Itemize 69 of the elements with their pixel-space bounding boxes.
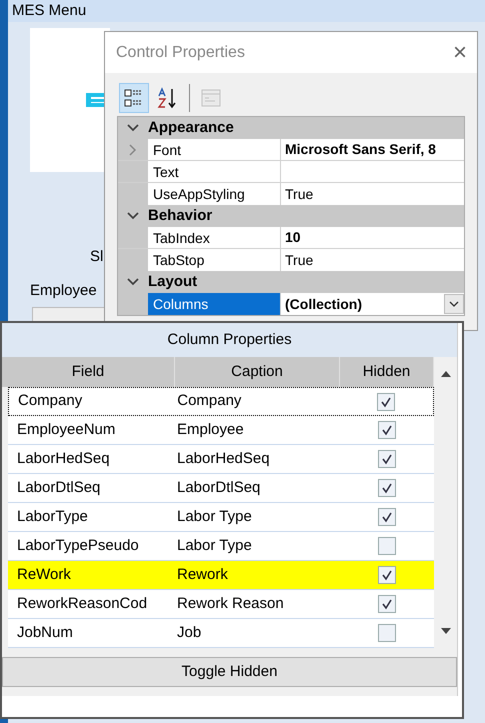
scroll-up-icon[interactable] [440, 371, 450, 377]
table-row[interactable]: Company Company [8, 387, 434, 416]
property-value[interactable]: True [281, 183, 464, 205]
table-row[interactable]: LaborHedSeq LaborHedSeq [8, 445, 434, 474]
table-row[interactable]: EmployeeNum Employee [8, 416, 434, 445]
table-cell-text: Rework Reason [176, 594, 285, 614]
check-icon [381, 511, 393, 523]
panel-title: Column Properties [167, 330, 292, 350]
scroll-down-icon[interactable] [440, 628, 450, 634]
table-row[interactable]: ReWork Rework [8, 561, 434, 590]
property-name[interactable]: TabStop [148, 249, 281, 271]
table-cell-text: Employee [176, 420, 245, 440]
toolbar-button[interactable] [119, 83, 149, 113]
table-cell-text: ReWork [16, 564, 72, 585]
table-cell-text: JobNum [16, 622, 74, 643]
checkbox[interactable] [378, 624, 396, 642]
property-name[interactable]: Font [148, 139, 281, 160]
check-icon [381, 424, 393, 436]
check-icon [381, 598, 393, 610]
category-label: Appearance [148, 118, 234, 138]
checkbox[interactable] [377, 392, 396, 410]
checkbox[interactable] [378, 508, 396, 526]
property-value[interactable]: True [281, 249, 464, 271]
table-cell-text: ReworkReasonCod [16, 594, 148, 614]
window-title: MES Menu [12, 0, 86, 21]
table-cell-text: Job [176, 622, 202, 643]
table-cell-text: LaborHedSeq [16, 448, 111, 469]
check-icon [380, 396, 392, 408]
checkbox[interactable] [378, 595, 396, 613]
check-icon [381, 482, 393, 494]
checkbox[interactable] [378, 566, 396, 584]
property-value[interactable]: Microsoft Sans Serif, 8 [281, 139, 464, 160]
caret-icon [449, 301, 459, 307]
table-row[interactable]: LaborDtlSeq LaborDtlSeq [8, 474, 434, 503]
table-cell-text: Rework [176, 564, 229, 585]
property-name[interactable]: TabIndex [148, 227, 281, 248]
close-button[interactable]: × [452, 40, 467, 64]
table-cell-text: Company [176, 391, 242, 412]
category-label: Layout [148, 272, 198, 292]
table-row[interactable]: JobNum Job [8, 619, 434, 648]
table-cell-text: LaborHedSeq [176, 448, 271, 469]
checkbox[interactable] [378, 479, 396, 497]
table-cell-text: Labor Type [176, 506, 253, 527]
field-label: Sl [90, 247, 104, 267]
table-row[interactable]: LaborType Labor Type [8, 503, 434, 532]
property-value[interactable]: 10 [281, 227, 464, 248]
table-cell-text: LaborDtlSeq [176, 478, 262, 498]
property-name[interactable]: Text [148, 161, 281, 182]
property-name[interactable]: Columns [148, 293, 281, 315]
dropdown-button[interactable] [444, 294, 464, 314]
checkbox[interactable] [378, 537, 396, 555]
checkbox[interactable] [378, 421, 396, 439]
table-cell-text: LaborDtlSeq [16, 478, 102, 498]
property-name[interactable]: UseAppStyling [148, 183, 281, 205]
table-cell-text: LaborType [16, 506, 89, 527]
table-cell-text: Labor Type [176, 536, 253, 556]
checkbox[interactable] [378, 450, 396, 468]
table-row[interactable]: LaborTypePseudo Labor Type [8, 532, 434, 561]
table-cell-text: Company [17, 391, 84, 412]
check-icon [381, 453, 393, 465]
dialog-title: Control Properties [116, 42, 245, 62]
table-cell-text: EmployeeNum [16, 420, 116, 440]
table-row[interactable]: ReworkReasonCod Rework Reason [8, 590, 434, 619]
property-pages-icon [200, 87, 222, 109]
category-label: Behavior [148, 206, 212, 226]
field-label: Employee [30, 281, 97, 301]
table-cell-text: LaborTypePseudo [16, 536, 140, 556]
toggle-hidden-button[interactable]: Toggle Hidden [2, 657, 457, 687]
check-icon [381, 569, 393, 581]
